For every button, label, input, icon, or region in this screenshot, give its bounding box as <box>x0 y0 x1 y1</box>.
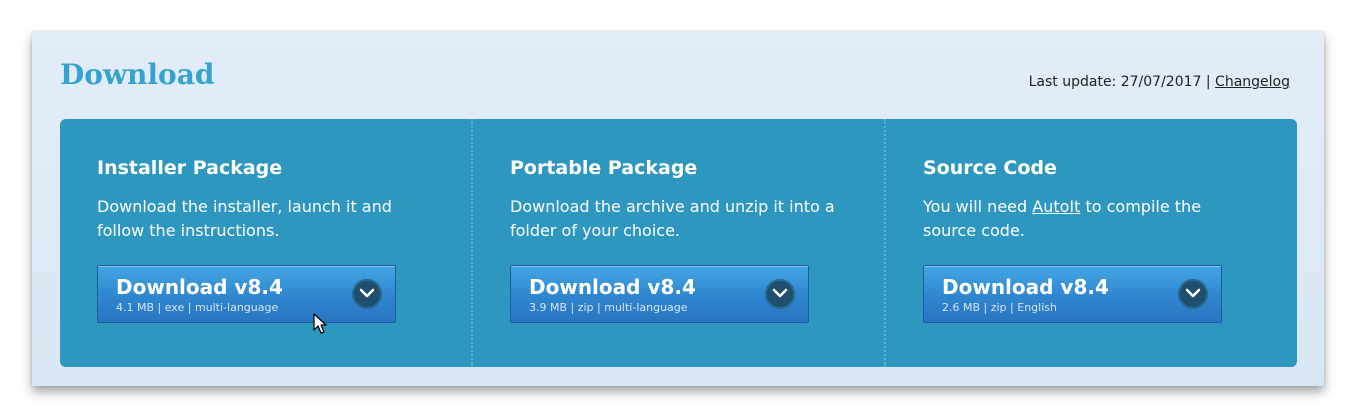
page-title: Download <box>60 58 215 91</box>
package-title: Source Code <box>923 157 1057 179</box>
download-button-details: 3.9 MB | zip | multi-language <box>529 301 688 314</box>
download-portable-button[interactable]: Download v8.4 3.9 MB | zip | multi-langu… <box>510 265 809 323</box>
package-description: Download the installer, launch it and fo… <box>97 197 392 240</box>
download-installer-button[interactable]: Download v8.4 4.1 MB | exe | multi-langu… <box>97 265 396 323</box>
package-description: Download the archive and unzip it into a… <box>510 197 835 240</box>
installer-package-column: Installer Package Download the installer… <box>60 119 471 367</box>
download-section: Download Last update: 27/07/2017 | Chang… <box>32 32 1324 386</box>
download-button-label: Download v8.4 <box>116 275 283 299</box>
download-panel: Installer Package Download the installer… <box>60 119 1297 367</box>
autoit-link[interactable]: AutoIt <box>1032 197 1080 216</box>
chevron-down-icon <box>765 279 795 309</box>
changelog-link[interactable]: Changelog <box>1215 74 1290 90</box>
download-button-details: 2.6 MB | zip | English <box>942 301 1057 314</box>
last-update-label: Last update: 27/07/2017 | <box>1028 74 1211 90</box>
description-text-before: You will need <box>923 197 1028 216</box>
package-description: You will need AutoIt to compile the sour… <box>923 195 1253 243</box>
mouse-pointer-icon <box>313 313 327 334</box>
portable-package-column: Portable Package Download the archive an… <box>471 119 884 367</box>
download-button-label: Download v8.4 <box>529 275 696 299</box>
download-button-label: Download v8.4 <box>942 275 1109 299</box>
chevron-down-icon <box>352 279 382 309</box>
download-button-details: 4.1 MB | exe | multi-language <box>116 301 279 314</box>
chevron-down-icon <box>1178 279 1208 309</box>
source-code-column: Source Code You will need AutoIt to comp… <box>884 119 1297 367</box>
last-update-info: Last update: 27/07/2017 | Changelog <box>1029 74 1290 90</box>
package-title: Installer Package <box>97 157 283 179</box>
download-source-button[interactable]: Download v8.4 2.6 MB | zip | English <box>923 265 1222 323</box>
package-title: Portable Package <box>510 157 698 179</box>
